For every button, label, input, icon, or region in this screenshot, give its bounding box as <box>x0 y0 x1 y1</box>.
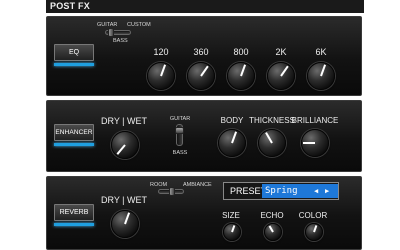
reverb-knob[interactable] <box>264 223 282 241</box>
reverb-toggle-button[interactable]: REVERB <box>54 204 94 221</box>
reverb-drywet-knob[interactable] <box>111 210 139 238</box>
reverb-panel: REVERB DRY | WET ROOM AMBIANCE PRESET Sp… <box>46 176 362 250</box>
eq-band-label: 2K <box>275 47 287 57</box>
reverb-preset-value: Spring <box>265 186 298 196</box>
reverb-preset-select[interactable]: Spring ◀ ▶ <box>262 184 338 198</box>
reverb-knob[interactable] <box>223 223 241 241</box>
eq-band-label: 800 <box>233 47 249 57</box>
reverb-knob-label: SIZE <box>222 211 240 220</box>
enhancer-mode-bass-label: BASS <box>172 150 188 156</box>
eq-mode-bass-label: BASS <box>113 38 128 44</box>
eq-panel: EQ GUITAR CUSTOM BASS 120 360 800 2K 6K <box>46 16 362 96</box>
enhancer-drywet-knob[interactable] <box>111 131 139 159</box>
eq-band-knob[interactable] <box>227 62 255 90</box>
eq-band-knob[interactable] <box>187 62 215 90</box>
reverb-drywet-label: DRY | WET <box>101 195 148 205</box>
reverb-mode-switch-thumb[interactable] <box>169 187 175 196</box>
reverb-knob[interactable] <box>305 223 323 241</box>
enhancer-drywet-label: DRY | WET <box>101 116 148 126</box>
eq-active-led <box>54 63 94 66</box>
eq-band-knob[interactable] <box>147 62 175 90</box>
reverb-mode-ambiance-label: AMBIANCE <box>183 182 212 188</box>
eq-band-label: 6K <box>315 47 327 57</box>
enhancer-knob[interactable] <box>258 129 286 157</box>
enhancer-knob[interactable] <box>218 129 246 157</box>
enhancer-toggle-button[interactable]: ENHANCER <box>54 124 94 141</box>
reverb-mode-room-label: ROOM <box>150 182 168 188</box>
reverb-preset-box: PRESET Spring ◀ ▶ <box>223 182 339 200</box>
enhancer-knob[interactable] <box>301 129 329 157</box>
enhancer-panel: ENHANCER DRY | WET GUITAR BASS BODY THIC… <box>46 100 362 172</box>
eq-band-label: 120 <box>153 47 169 57</box>
enhancer-active-led <box>54 143 94 146</box>
eq-mode-guitar-label: GUITAR <box>97 22 118 28</box>
eq-band-label: 360 <box>193 47 209 57</box>
enhancer-knob-label: BRILLIANCE <box>291 116 339 125</box>
enhancer-knob-label: BODY <box>220 116 244 125</box>
enhancer-mode-switch[interactable] <box>175 124 184 146</box>
reverb-active-led <box>54 223 94 226</box>
preset-prev-icon[interactable]: ◀ <box>314 184 318 198</box>
eq-band-knob[interactable] <box>307 62 335 90</box>
enhancer-mode-switch-thumb[interactable] <box>175 127 184 134</box>
reverb-mode-switch[interactable] <box>158 187 184 196</box>
enhancer-mode-guitar-label: GUITAR <box>169 116 191 122</box>
reverb-preset-label: PRESET <box>230 186 267 196</box>
preset-next-icon[interactable]: ▶ <box>325 184 329 198</box>
post-fx-title: POST FX <box>46 0 364 13</box>
eq-band-knob[interactable] <box>267 62 295 90</box>
enhancer-knob-label: THICKNESS <box>249 116 295 125</box>
eq-mode-switch[interactable] <box>105 28 131 37</box>
reverb-knob-label: ECHO <box>260 211 284 220</box>
eq-mode-custom-label: CUSTOM <box>127 22 151 28</box>
reverb-knob-label: COLOR <box>298 211 328 220</box>
eq-mode-switch-thumb[interactable] <box>108 28 114 37</box>
eq-toggle-button[interactable]: EQ <box>54 44 94 61</box>
